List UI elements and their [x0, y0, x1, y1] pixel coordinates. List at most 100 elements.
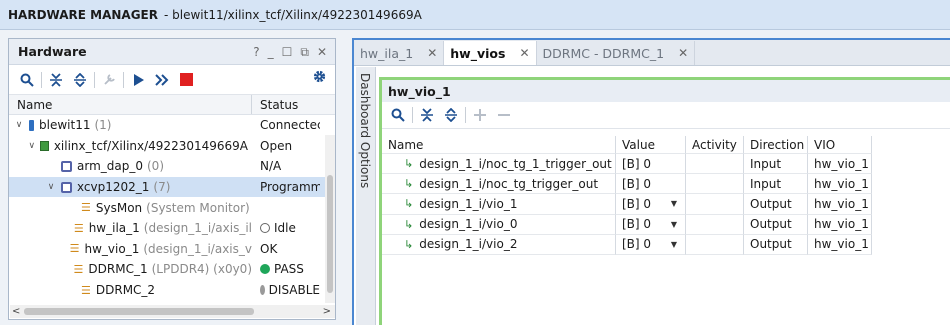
toolbar-separator [465, 107, 466, 123]
vertical-scrollbar[interactable] [325, 135, 335, 303]
tree-row[interactable]: ∨ xilinx_tcf/Xilinx/492230149669A Open [9, 136, 335, 157]
node-name: xcvp1202_1 [77, 180, 150, 195]
probe-name: design_1_i/noc_tg_1_trigger_out [419, 156, 612, 171]
hardware-tree: ∨ blewit11 (1) Connectec ∨ xilinx_tcf/Xilinx/… [9, 115, 335, 300]
close-icon[interactable]: ✕ [317, 45, 327, 59]
probe-activity-cell [686, 214, 744, 235]
vio-panel-title: hw_vio_1 [382, 80, 950, 102]
column-header-name[interactable]: Name [9, 95, 252, 114]
close-icon[interactable]: ✕ [519, 46, 529, 60]
close-icon[interactable]: ✕ [427, 46, 437, 60]
probe-row[interactable]: ↳ design_1_i/noc_tg_trigger_out [B] 0 Input… [382, 174, 872, 195]
status-text: DISABLE [268, 283, 320, 298]
horizontal-scrollbar[interactable]: < > [10, 305, 335, 318]
scroll-thumb[interactable] [24, 308, 254, 315]
probe-name-cell: ↳ design_1_i/vio_0 [382, 214, 616, 235]
maximize-icon[interactable]: ☐ [282, 45, 293, 59]
column-header-name[interactable]: Name [382, 136, 616, 154]
tree-row[interactable]: ☰ DDRMC_2 DISABLE [9, 280, 335, 301]
run-trigger-icon[interactable] [126, 69, 150, 91]
run-immediate-icon[interactable] [150, 69, 174, 91]
status-text: Open [260, 138, 293, 153]
probe-value-cell[interactable]: [B] 0 ▼ [616, 214, 686, 235]
float-icon[interactable]: ⧉ [300, 45, 309, 60]
tab-label: hw_vios [450, 45, 506, 61]
tree-row-status: OK [252, 242, 320, 256]
column-header-activity[interactable]: Activity [686, 136, 744, 154]
probe-name: design_1_i/noc_tg_trigger_out [419, 176, 599, 191]
probe-row[interactable]: ↳ design_1_i/vio_2 [B] 0 ▼ Output hw_vio_1 [382, 234, 872, 255]
probe-direction-cell: Output [744, 194, 808, 215]
tab-hw-ila-1[interactable]: hw_ila_1 ✕ [354, 41, 445, 65]
stop-icon[interactable] [174, 69, 198, 91]
remove-probe-icon[interactable] [492, 104, 516, 126]
help-icon[interactable]: ? [253, 45, 259, 59]
column-header-vio[interactable]: VIO [808, 136, 872, 154]
column-header-value[interactable]: Value [616, 136, 686, 154]
dropdown-arrow-icon[interactable]: ▼ [671, 199, 677, 208]
tree-row[interactable]: ∨ xcvp1202_1 (7) Programm [9, 176, 335, 198]
node-name: DDRMC_1 [88, 262, 148, 277]
search-icon[interactable] [386, 104, 410, 126]
tree-row[interactable]: arm_dap_0 (0) N/A [9, 156, 335, 177]
toolbar-separator [412, 107, 413, 123]
probe-value-cell: [B] 0 [616, 154, 686, 175]
node-detail: (design_1_i/axis_il [143, 221, 252, 236]
probe-row[interactable]: ↳ design_1_i/vio_1 [B] 0 ▼ Output hw_vio_1 [382, 194, 872, 215]
close-icon[interactable]: ✕ [678, 46, 688, 60]
add-probe-icon[interactable] [468, 104, 492, 126]
scroll-right-icon[interactable]: > [323, 306, 331, 317]
probe-row[interactable]: ↳ design_1_i/noc_tg_1_trigger_out [B] 0 Inp… [382, 154, 872, 175]
expand-all-icon[interactable] [68, 69, 92, 91]
tree-row[interactable]: ☰ hw_vio_1 (design_1_i/axis_v OK [9, 239, 335, 260]
vio-panel: hw_vio_1 Name Value Activity Direction V… [379, 77, 950, 325]
status-text: PASS [274, 262, 304, 277]
minimize-icon[interactable]: _ [268, 45, 274, 59]
board-icon [40, 140, 49, 151]
tree-row[interactable]: ∨ blewit11 (1) Connectec [9, 115, 335, 136]
tab-bar: hw_ila_1 ✕ hw_vios ✕ DDRMC - DDRMC_1 ✕ [354, 40, 950, 66]
tree-row-name: ☰ SysMon (System Monitor) [9, 201, 252, 215]
idle-status-icon [260, 223, 270, 234]
gear-icon[interactable] [312, 69, 327, 88]
dropdown-arrow-icon[interactable]: ▼ [671, 240, 677, 249]
collapse-all-icon[interactable] [415, 104, 439, 126]
tree-row[interactable]: ☰ SysMon (System Monitor) [9, 197, 335, 218]
tree-row[interactable]: ☰ hw_ila_1 (design_1_i/axis_il Idle [9, 218, 335, 239]
tab-ddrmc-ddrmc-1[interactable]: DDRMC - DDRMC_1 ✕ [537, 41, 696, 65]
scroll-left-icon[interactable]: < [12, 306, 20, 317]
tab-label: DDRMC - DDRMC_1 [542, 45, 665, 61]
probe-value-cell[interactable]: [B] 0 ▼ [616, 234, 686, 255]
column-header-status[interactable]: Status [252, 98, 298, 112]
tree-row-name: ☰ hw_vio_1 (design_1_i/axis_v [9, 242, 252, 256]
toolbar-separator [41, 71, 42, 88]
column-header-direction[interactable]: Direction [744, 136, 808, 154]
tree-row-status: Programm [252, 180, 320, 194]
node-name: SysMon [95, 200, 143, 215]
expand-toggle-icon[interactable]: ∨ [13, 120, 25, 130]
probe-name: design_1_i/vio_0 [419, 217, 518, 232]
probe-activity-cell [686, 174, 744, 195]
tree-row-status: N/A [252, 159, 320, 173]
probe-vio-cell: hw_vio_1 [808, 214, 872, 235]
wrench-icon[interactable] [97, 69, 121, 91]
expand-toggle-icon[interactable]: ∨ [45, 182, 57, 192]
probe-value: [B] 0 [622, 237, 652, 252]
probe-value-cell[interactable]: [B] 0 ▼ [616, 194, 686, 215]
dashboard-options-sidebar[interactable]: Dashboard Options [356, 67, 376, 325]
vio-table-header: Name Value Activity Direction VIO [382, 136, 872, 154]
probe-row[interactable]: ↳ design_1_i/vio_0 [B] 0 ▼ Output hw_vio_1 [382, 214, 872, 235]
collapse-all-icon[interactable] [44, 69, 68, 91]
search-icon[interactable] [15, 69, 39, 91]
expand-toggle-icon[interactable]: ∨ [27, 141, 36, 151]
probe-name: design_1_i/vio_1 [419, 196, 518, 211]
pass-status-icon [260, 264, 270, 275]
status-text: OK [260, 241, 278, 256]
hardware-panel-title: Hardware [18, 44, 87, 59]
hardware-table-header: Name Status [9, 95, 335, 115]
tree-row[interactable]: ☰ DDRMC_1 (LPDDR4) (x0y0) PASS [9, 259, 335, 280]
expand-all-icon[interactable] [439, 104, 463, 126]
dropdown-arrow-icon[interactable]: ▼ [671, 220, 677, 229]
tab-hw-vios[interactable]: hw_vios ✕ [444, 41, 537, 65]
scroll-thumb[interactable] [327, 175, 333, 293]
